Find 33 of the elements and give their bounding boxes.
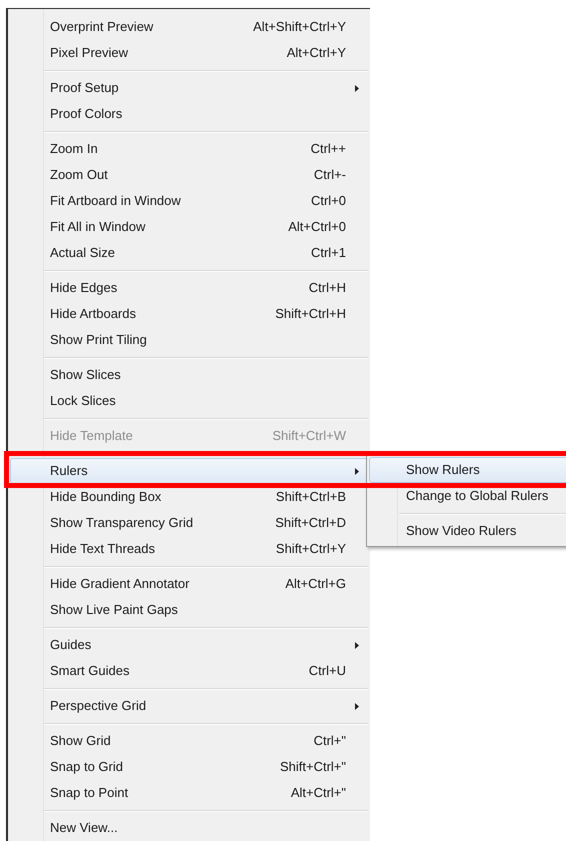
submenu-arrow-icon [354, 84, 358, 92]
menu-item[interactable]: Hide Text Threads Shift+Ctrl+Y [10, 536, 368, 562]
menu-item[interactable]: Zoom Out Ctrl+- [10, 162, 368, 188]
submenu-arrow-icon [354, 702, 358, 710]
submenu-arrow-icon [354, 468, 358, 474]
menu-item[interactable]: Show Print Tiling [10, 327, 368, 353]
menu-item[interactable]: Snap to Point Alt+Ctrl+" [10, 780, 368, 806]
menu-item[interactable]: Fit Artboard in Window Ctrl+0 [10, 188, 368, 214]
menu-item[interactable]: Perspective Grid [10, 693, 368, 719]
menu-item[interactable]: Show Grid Ctrl+" [10, 728, 368, 754]
menu-item[interactable]: Hide Artboards Shift+Ctrl+H [10, 301, 368, 327]
menu-item[interactable]: Zoom In Ctrl++ [10, 136, 368, 162]
menu-item[interactable]: Proof Setup [10, 75, 368, 101]
menu-item[interactable]: Snap to Grid Shift+Ctrl+" [10, 754, 368, 780]
menu-item[interactable]: New View... [10, 815, 368, 841]
menu-item[interactable]: Smart Guides Ctrl+U [10, 658, 368, 684]
menu-item[interactable]: Proof Colors [10, 101, 368, 127]
menu-item[interactable]: Show Transparency Grid Shift+Ctrl+D [10, 510, 368, 536]
submenu-arrow-icon [354, 642, 358, 648]
menu-item[interactable]: Guides [10, 632, 368, 658]
menu-item[interactable]: Hide Gradient Annotator Alt+Ctrl+G [10, 571, 368, 597]
menu-item[interactable]: Hide Bounding Box Shift+Ctrl+B [10, 484, 368, 510]
menu-item[interactable]: Overprint Preview Alt+Shift+Ctrl+Y [10, 14, 368, 40]
menu-item[interactable]: Rulers [10, 458, 368, 484]
menu-item[interactable]: Fit All in Window Alt+Ctrl+0 [10, 214, 368, 240]
menu-item[interactable]: Pixel Preview Alt+Ctrl+Y [10, 40, 368, 66]
menu-item[interactable]: Lock Slices [10, 388, 368, 414]
menu-item[interactable]: Show Slices [10, 362, 368, 388]
submenu-item[interactable]: Show Rulers [369, 457, 566, 483]
menu-item[interactable]: Hide Edges Ctrl+H [10, 275, 368, 301]
submenu-item[interactable]: Show Video Rulers [369, 518, 566, 544]
menu-item[interactable]: Actual Size Ctrl+1 [10, 240, 368, 266]
menu-item[interactable]: Show Live Paint Gaps [10, 597, 368, 623]
